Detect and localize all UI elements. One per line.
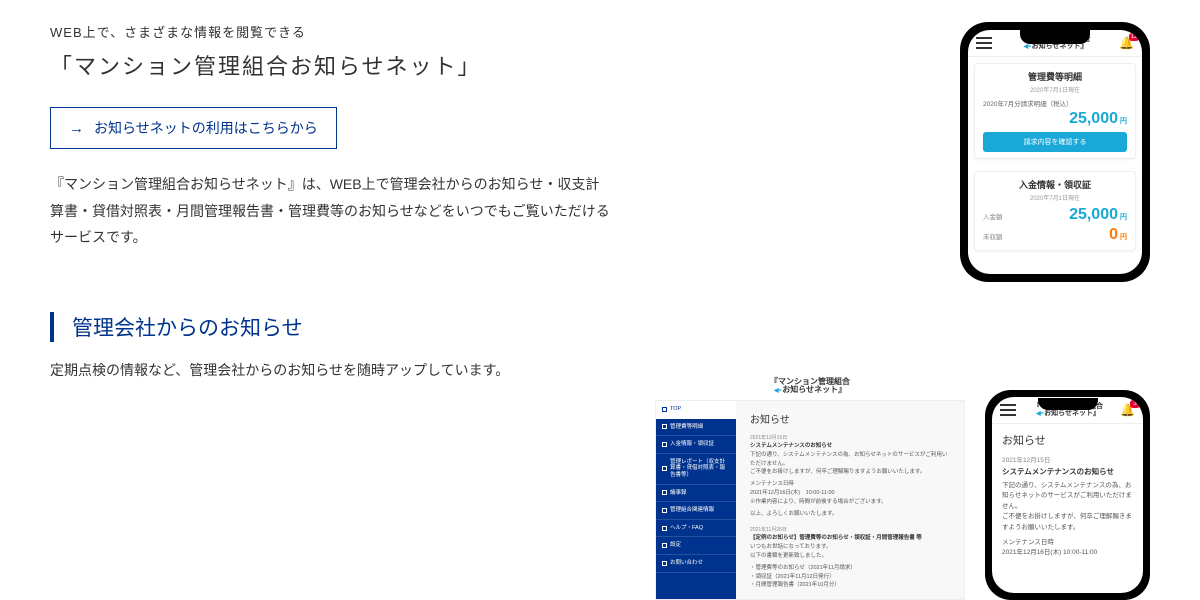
hamburger-icon	[976, 37, 992, 49]
intro-title: 「マンション管理組合お知らせネット」	[50, 49, 920, 81]
cta-button[interactable]: → お知らせネットの利用はこちらから	[50, 107, 337, 149]
sidebar: TOP 管理費等明細 入金情報・領収証 管理レポート（収支計算書・貸借対照表・報…	[656, 401, 736, 599]
confirm-button: 請求内容を確認する	[983, 132, 1127, 152]
bell-icon: 🔔12	[1119, 36, 1134, 50]
news-post: 2021年11月26日 【定例のお知らせ】管理費等のお知らせ・領収証・月間管理報…	[750, 526, 950, 590]
intro-description: 『マンション管理組合お知らせネット』は、WEB上で管理会社からのお知らせ・収支計…	[50, 171, 610, 251]
section-description: 定期点検の情報など、管理会社からのお知らせを随時アップしています。	[50, 360, 1150, 380]
phone2-heading: お知らせ	[1002, 432, 1133, 448]
desktop-heading: お知らせ	[750, 411, 950, 426]
cta-label: お知らせネットの利用はこちらから	[94, 118, 318, 138]
bell-icon: 🔔3	[1120, 403, 1135, 417]
arrow-right-icon: →	[69, 120, 84, 137]
fee-card: 管理費等明細 2020年7月1日現在 2020年7月分請求明細（税込） 25,0…	[974, 63, 1136, 159]
desktop-mockup: 『マンション管理組合 ◀━ お知らせネット』 TOP 管理費等明細 入金情報・領…	[655, 378, 965, 600]
intro-subtitle: WEB上で、さまざまな情報を閲覧できる	[50, 22, 920, 41]
payment-card: 入金情報・領収証 2020年7月1日現在 入金額25,000円 未収額0円	[974, 171, 1136, 251]
phone-mockup-1: 『マンション管理組合 ◀━ お知らせネット』 🔔12 管理費等明細 2020年7…	[960, 22, 1150, 282]
phone-mockup-2: 『マンション管理組合 ◀━ お知らせネット』 🔔3 お知らせ 2021年12月1…	[985, 390, 1150, 600]
news-post: 2021年12月15日 システムメンテナンスのお知らせ 下記の通り、システムメン…	[750, 434, 950, 518]
hamburger-icon	[1000, 404, 1016, 416]
section-heading: 管理会社からのお知らせ	[50, 312, 1150, 342]
